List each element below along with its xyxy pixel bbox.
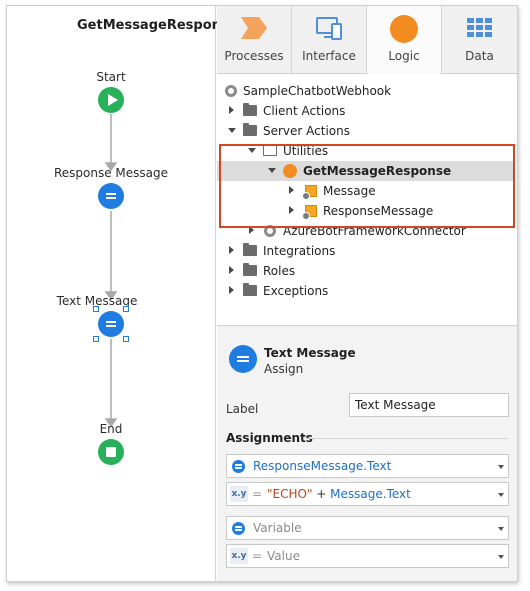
expand-arrow-icon[interactable]	[229, 266, 234, 274]
flow-canvas[interactable]: GetMessageResponse Start Response Messag…	[7, 6, 237, 581]
element-kind: Assign	[264, 362, 304, 376]
tree-item-label: Server Actions	[263, 124, 350, 138]
divider	[307, 438, 509, 439]
variable-icon	[232, 522, 245, 535]
properties-panel: Text Message Assign Label Assignments Re…	[217, 327, 517, 581]
tree-item-label: Exceptions	[263, 284, 329, 298]
folder-icon	[243, 263, 257, 276]
assign-node-icon[interactable]	[98, 183, 124, 209]
value-placeholder: Value	[267, 549, 300, 563]
assign-node-selected-icon[interactable]	[98, 311, 124, 337]
tab-data-label: Data	[465, 49, 494, 63]
assignment-variable-field[interactable]: ResponseMessage.Text	[226, 454, 509, 478]
folder-icon	[243, 103, 257, 116]
tab-interface-label: Interface	[302, 49, 356, 63]
expression-reference: Message.Text	[330, 487, 411, 501]
element-name: Text Message	[264, 346, 356, 360]
selection-handle[interactable]	[123, 336, 129, 342]
processes-chevron-icon	[241, 17, 267, 39]
selection-handle[interactable]	[123, 306, 129, 312]
end-node-icon[interactable]	[98, 439, 124, 465]
selection-handle[interactable]	[93, 306, 99, 312]
expand-arrow-icon[interactable]	[229, 246, 234, 254]
highlight-box	[219, 144, 515, 228]
node-label-response-message: Response Message	[53, 166, 169, 180]
tab-interface[interactable]: Interface	[292, 6, 367, 74]
expand-arrow-icon[interactable]	[229, 106, 234, 114]
dropdown-caret-icon[interactable]	[498, 465, 504, 469]
equals-sign: =	[252, 487, 263, 501]
dropdown-caret-icon[interactable]	[498, 527, 504, 531]
tab-logic[interactable]: Logic	[367, 6, 442, 75]
tree-item-label: SampleChatbotWebhook	[243, 84, 392, 98]
equals-sign: =	[252, 549, 263, 563]
assignments-heading: Assignments	[226, 431, 313, 445]
folder-icon	[243, 243, 257, 256]
assignment-value-expression: "ECHO" + Message.Text	[267, 487, 411, 501]
variable-icon	[232, 460, 245, 473]
folder-icon	[243, 283, 257, 296]
tab-data[interactable]: Data	[442, 6, 517, 74]
collapse-arrow-icon[interactable]	[228, 128, 236, 133]
new-variable-field[interactable]: Variable	[226, 516, 509, 540]
assign-icon	[229, 345, 257, 373]
label-property-key: Label	[226, 402, 259, 416]
node-label-end: End	[99, 422, 123, 436]
dropdown-caret-icon[interactable]	[498, 493, 504, 497]
node-label-start: Start	[96, 70, 126, 84]
new-value-field[interactable]: x.y = Value	[226, 544, 509, 568]
tab-bar: Processes Interface Logic Data	[217, 6, 517, 75]
expression-icon: x.y	[230, 486, 248, 502]
folder-icon	[243, 123, 257, 136]
tab-processes[interactable]: Processes	[217, 6, 292, 74]
selection-handle[interactable]	[93, 336, 99, 342]
module-icon	[225, 85, 237, 97]
right-panel: Processes Interface Logic Data SampleCha…	[217, 6, 517, 581]
dropdown-caret-icon[interactable]	[498, 555, 504, 559]
editor-window: GetMessageResponse Start Response Messag…	[6, 5, 518, 582]
tree-item-label: Client Actions	[263, 104, 346, 118]
expression-operator: +	[312, 487, 331, 501]
expression-string: "ECHO"	[267, 487, 313, 501]
tab-processes-label: Processes	[224, 49, 284, 63]
logic-circle-icon	[390, 15, 418, 43]
assignment-variable-value: ResponseMessage.Text	[253, 459, 392, 473]
label-input[interactable]	[349, 393, 509, 417]
expand-arrow-icon[interactable]	[229, 286, 234, 294]
expression-icon: x.y	[230, 548, 248, 564]
start-node-icon[interactable]	[98, 87, 124, 113]
tree-item-label: Integrations	[263, 244, 336, 258]
data-grid-icon	[466, 18, 492, 37]
variable-placeholder: Variable	[253, 521, 302, 535]
interface-devices-icon	[316, 17, 342, 40]
tree-item-label: Roles	[263, 264, 296, 278]
tab-logic-label: Logic	[388, 49, 420, 63]
logic-tree: SampleChatbotWebhook Client Actions Serv…	[217, 74, 517, 326]
assignment-value-field[interactable]: x.y = "ECHO" + Message.Text	[226, 482, 509, 506]
